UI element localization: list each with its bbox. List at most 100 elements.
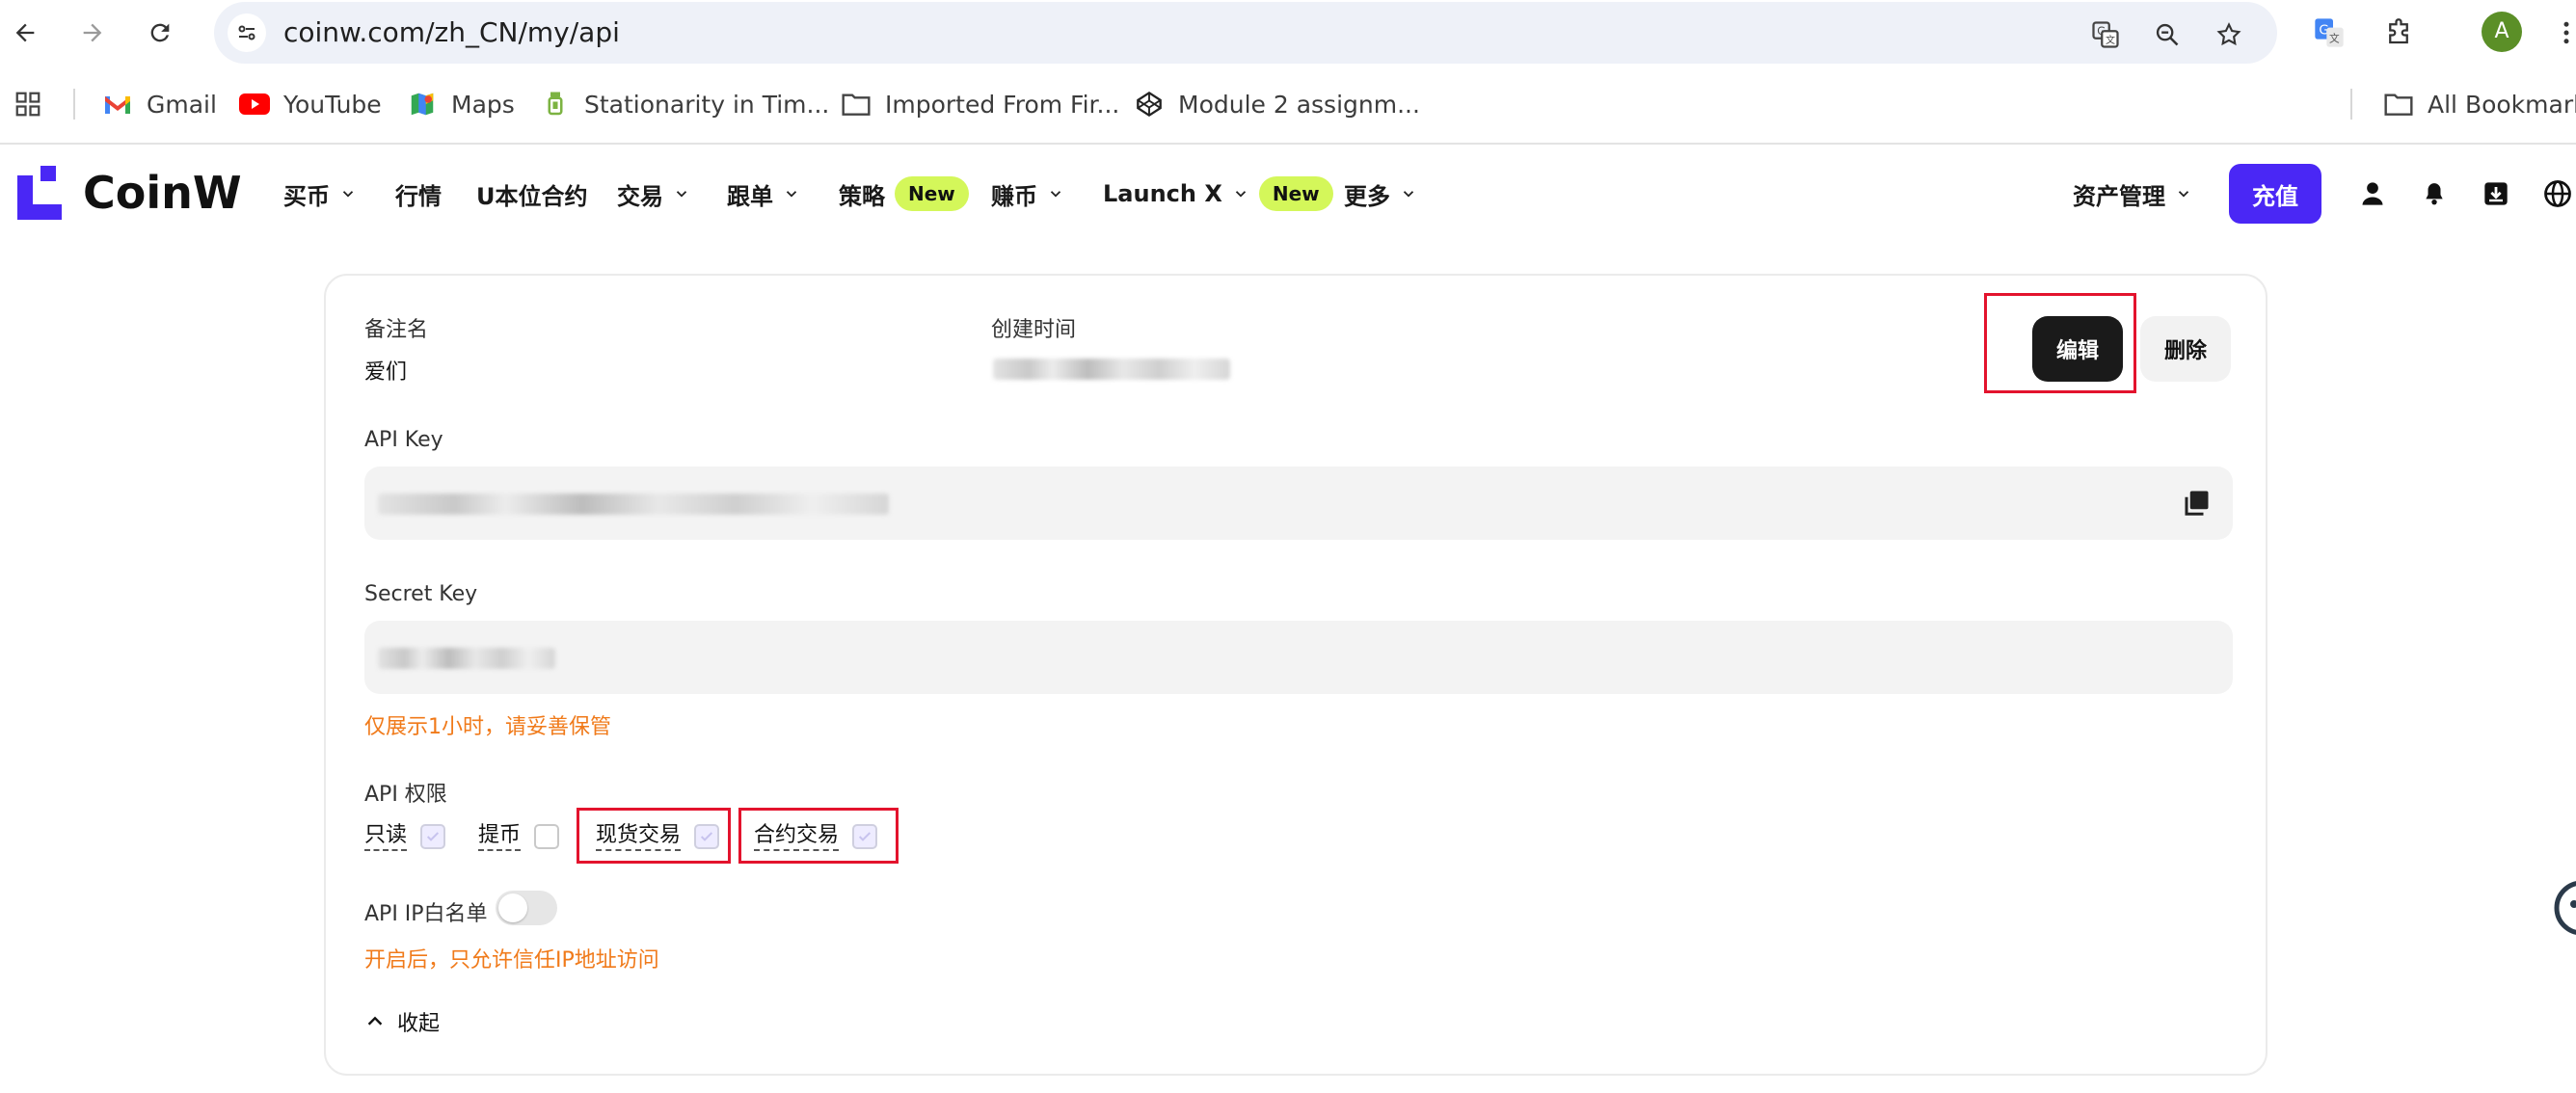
nav-launch-x[interactable]: Launch X New [1103, 145, 1333, 243]
folder-icon [841, 89, 872, 120]
bell-icon[interactable] [2418, 177, 2451, 210]
chevron-down-icon [1047, 185, 1064, 202]
logo-text: CoinW [83, 167, 242, 219]
nav-usdt-futures[interactable]: U本位合约 [476, 145, 588, 243]
bookmarks-bar: Gmail YouTube Maps Stationarity in Tim..… [0, 77, 2576, 131]
nav-label: 更多 [1344, 182, 1390, 210]
maps-icon [407, 89, 438, 120]
globe-language-icon[interactable] [2541, 177, 2574, 210]
address-bar[interactable]: coinw.com/zh_CN/my/api G文 [214, 2, 2277, 64]
deposit-button[interactable]: 充值 [2229, 164, 2321, 224]
created-time-label: 创建时间 [991, 318, 1077, 342]
chevron-down-icon [1232, 185, 1249, 202]
nav-label: U本位合约 [476, 182, 588, 210]
extensions-puzzle-icon[interactable] [2379, 13, 2418, 52]
bookmark-imported-folder[interactable]: Imported From Fir... [841, 77, 1119, 131]
bookmarks-divider [2350, 89, 2352, 120]
bookmark-label: Gmail [147, 90, 217, 119]
api-key-label: API Key [364, 428, 443, 452]
chevron-down-icon [2175, 185, 2192, 202]
bookmark-youtube[interactable]: YouTube [239, 77, 382, 131]
zoom-icon[interactable] [2148, 15, 2187, 54]
nav-trade[interactable]: 交易 [617, 145, 690, 243]
site-header: CoinW 买币 行情 U本位合约 交易 跟单 策略 New 赚币 Launch… [0, 145, 2576, 243]
nav-label: 买币 [283, 182, 330, 210]
nav-markets[interactable]: 行情 [395, 145, 442, 243]
nav-label: Launch X [1103, 180, 1222, 207]
bookmark-label: Imported From Fir... [885, 90, 1120, 119]
all-bookmarks-label: All Bookmarks [2428, 90, 2576, 119]
profile-avatar[interactable]: A [2482, 12, 2522, 52]
secret-key-field[interactable] [364, 621, 2233, 694]
collapse-label: 收起 [397, 1012, 441, 1036]
google-translate-extension-icon[interactable]: G文 [2310, 13, 2348, 52]
forward-arrow-icon[interactable] [73, 13, 112, 52]
nav-asset-management[interactable]: 资产管理 [2073, 145, 2192, 243]
coinw-logo-icon [17, 166, 62, 220]
nav-label: 跟单 [727, 182, 773, 210]
browser-toolbar: coinw.com/zh_CN/my/api G文 G文 A [0, 0, 2576, 66]
chevron-down-icon [339, 185, 357, 202]
bookmark-gmail[interactable]: Gmail [102, 77, 217, 131]
folder-icon [2383, 89, 2414, 120]
remark-label: 备注名 [364, 318, 429, 342]
bookmark-label: Module 2 assignm... [1178, 90, 1420, 119]
secret-key-value-redacted [378, 648, 555, 669]
back-arrow-icon[interactable] [6, 13, 44, 52]
chevron-down-icon [783, 185, 800, 202]
nav-label: 资产管理 [2073, 182, 2165, 210]
browser-menu-icon[interactable] [2547, 13, 2576, 52]
site-settings-icon[interactable] [228, 13, 266, 52]
bookmark-module2[interactable]: Module 2 assignm... [1134, 77, 1420, 131]
chevron-up-icon [364, 1011, 386, 1032]
permission-checkbox-withdraw[interactable] [534, 824, 560, 849]
nav-strategy[interactable]: 策略 New [839, 145, 969, 243]
user-icon[interactable] [2356, 177, 2389, 210]
copy-icon[interactable] [2181, 488, 2212, 519]
svg-text:文: 文 [2329, 32, 2340, 44]
all-bookmarks[interactable]: All Bookmarks [2383, 77, 2576, 131]
reload-icon[interactable] [141, 13, 179, 52]
bookmark-label: Maps [451, 90, 515, 119]
ip-whitelist-warning: 开启后，只允许信任IP地址访问 [364, 948, 659, 973]
permission-withdraw[interactable]: 提币 [478, 819, 560, 854]
bookmark-stationarity[interactable]: Stationarity in Tim... [540, 77, 829, 131]
api-key-field[interactable] [364, 467, 2233, 540]
nav-earn[interactable]: 赚币 [991, 145, 1064, 243]
api-key-value-redacted [378, 493, 889, 515]
apps-grid-icon[interactable] [13, 77, 42, 131]
secret-key-label: Secret Key [364, 582, 478, 606]
nav-label: 行情 [395, 182, 442, 210]
bookmark-star-icon[interactable] [2210, 15, 2248, 54]
translate-icon[interactable]: G文 [2086, 15, 2125, 54]
permission-read-only[interactable]: 只读 [364, 819, 446, 854]
chevron-down-icon [673, 185, 690, 202]
new-badge: New [895, 176, 969, 211]
nav-copy-trading[interactable]: 跟单 [727, 145, 800, 243]
nav-buy-crypto[interactable]: 买币 [283, 145, 357, 243]
url-text[interactable]: coinw.com/zh_CN/my/api [283, 2, 620, 64]
nav-more[interactable]: 更多 [1344, 145, 1417, 243]
nav-label: 策略 [839, 182, 885, 210]
permission-label: 提币 [478, 822, 522, 851]
delete-button[interactable]: 删除 [2140, 316, 2231, 382]
support-chat-icon[interactable] [2553, 879, 2576, 937]
svg-text:文: 文 [2106, 34, 2115, 46]
gmail-icon [102, 89, 133, 120]
permission-checkbox-read-only[interactable] [420, 824, 446, 849]
api-key-card: 备注名 爱们 创建时间 编辑 删除 API Key Secret Key 仅展示… [324, 274, 2267, 1076]
collapse-button[interactable]: 收起 [364, 1006, 440, 1037]
codepen-icon [1134, 89, 1165, 120]
highlight-spot-trading-box [577, 808, 731, 864]
nav-label: 赚币 [991, 182, 1037, 210]
coinw-logo[interactable]: CoinW [17, 164, 242, 222]
bookmark-maps[interactable]: Maps [407, 77, 515, 131]
highlight-edit-box [1984, 293, 2136, 393]
download-icon[interactable] [2480, 177, 2512, 210]
ip-whitelist-label: API IP白名单 [364, 902, 488, 926]
bookmark-label: Stationarity in Tim... [584, 90, 830, 119]
remark-value: 爱们 [364, 360, 408, 385]
bookmark-icon [540, 89, 571, 120]
nav-label: 交易 [617, 182, 663, 210]
ip-whitelist-toggle[interactable] [496, 891, 557, 925]
